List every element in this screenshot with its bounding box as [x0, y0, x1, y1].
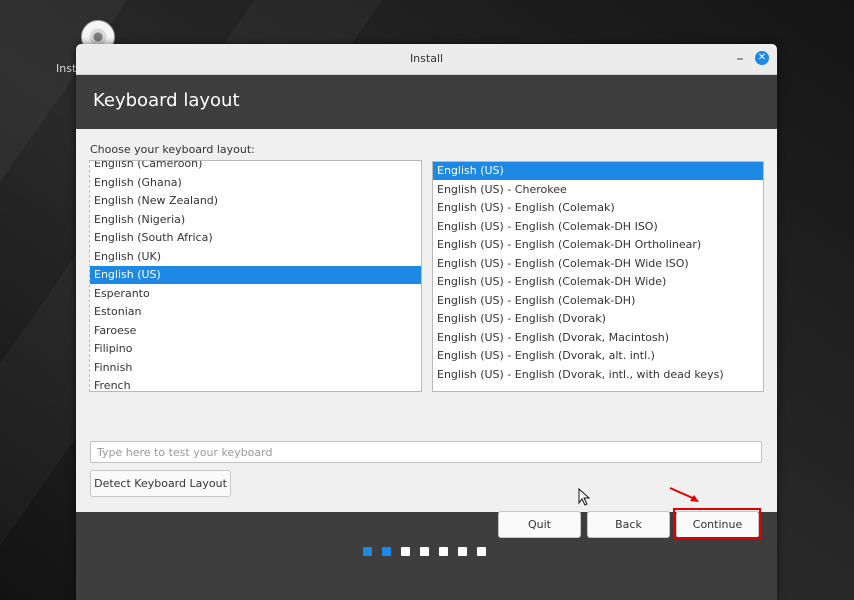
mouse-pointer-icon [578, 488, 591, 506]
list-item[interactable]: English (US) - English (Colemak-DH Wide … [433, 255, 763, 273]
continue-highlight-box [673, 508, 761, 539]
list-item[interactable]: English (New Zealand) [90, 192, 421, 210]
window-title: Install [409, 52, 444, 65]
list-item[interactable]: English (South Africa) [90, 229, 421, 247]
list-item[interactable]: English (US) - English (Colemak-DH ISO) [433, 218, 763, 236]
keyboard-layout-label: Choose your keyboard layout: [90, 143, 255, 156]
list-item[interactable]: English (Ghana) [90, 174, 421, 192]
list-item[interactable]: English (US) - English (Colemak-DH Ortho… [433, 236, 763, 254]
progress-step-dot [363, 547, 372, 556]
keyboard-variant-list[interactable]: English (US) English (US) - Cherokee Engli… [432, 161, 764, 392]
list-item[interactable]: English (US) - English (Dvorak) [433, 310, 763, 328]
installer-content: Choose your keyboard layout: English (Ca… [76, 129, 777, 539]
list-item[interactable]: Estonian [90, 303, 421, 321]
list-item[interactable]: English (US) - English (Dvorak, Macintos… [433, 329, 763, 347]
window-titlebar[interactable]: Install – ✕ [76, 44, 777, 75]
list-item[interactable]: Filipino [90, 340, 421, 358]
list-item[interactable]: English (UK) [90, 248, 421, 266]
install-window: Install – ✕ Keyboard layout Choose your … [76, 44, 777, 600]
quit-button[interactable]: Quit [498, 511, 581, 538]
minimize-icon[interactable]: – [733, 50, 747, 66]
progress-step-dot [420, 547, 429, 556]
progress-step-dot [458, 547, 467, 556]
annotation-arrow-icon [669, 487, 699, 502]
progress-dots [363, 547, 493, 557]
detect-keyboard-layout-button[interactable]: Detect Keyboard Layout [90, 470, 231, 497]
list-item[interactable]: English (US) - English (Colemak-DH Wide) [433, 273, 763, 291]
list-item[interactable]: English (Nigeria) [90, 211, 421, 229]
keyboard-test-input[interactable] [90, 441, 762, 463]
list-item[interactable]: Faroese [90, 322, 421, 340]
list-item[interactable]: English (US) [433, 162, 763, 180]
list-item[interactable]: French [90, 377, 421, 391]
page-title: Keyboard layout [93, 90, 240, 111]
list-item[interactable]: Esperanto [90, 285, 421, 303]
close-icon[interactable]: ✕ [755, 51, 769, 65]
desktop-icon-label: Inst [56, 62, 77, 75]
progress-step-dot [439, 547, 448, 556]
list-item[interactable]: English (Cameroon) [90, 161, 421, 173]
progress-step-dot [382, 547, 391, 556]
list-item[interactable]: English (US) - Cherokee [433, 181, 763, 199]
list-item[interactable]: English (US) - English (Colemak) [433, 199, 763, 217]
progress-step-dot [401, 547, 410, 556]
keyboard-language-list[interactable]: English (Cameroon) English (Ghana) English… [89, 160, 422, 392]
back-button[interactable]: Back [587, 511, 670, 538]
list-item[interactable]: English (US) [90, 266, 421, 284]
list-item[interactable]: English (US) - English (Colemak-DH) [433, 292, 763, 310]
list-item[interactable]: Finnish [90, 359, 421, 377]
list-item[interactable]: English (US) - English (Dvorak, intl., w… [433, 366, 763, 384]
progress-step-dot [477, 547, 486, 556]
list-item[interactable]: English (US) - English (Dvorak, alt. int… [433, 347, 763, 365]
